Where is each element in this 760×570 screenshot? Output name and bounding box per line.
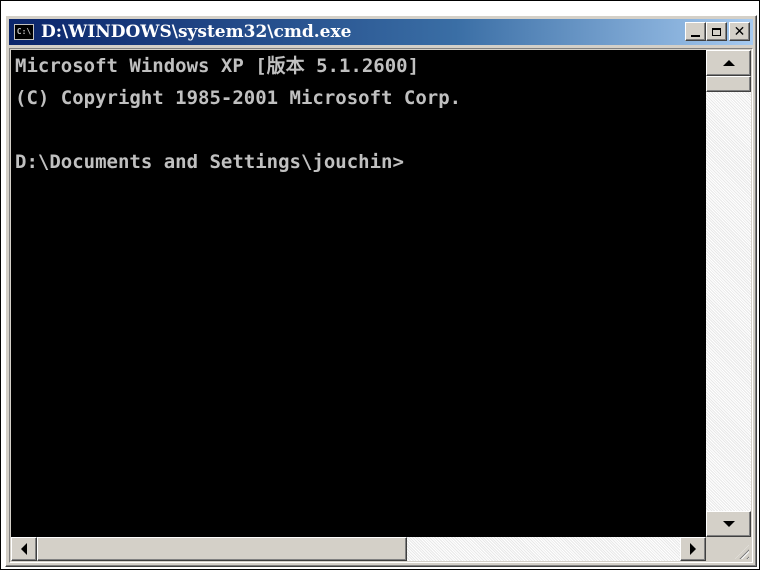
resize-grip-icon: [735, 545, 749, 559]
minimize-button[interactable]: [685, 22, 706, 41]
minimize-icon: [691, 34, 700, 37]
scroll-up-arrow-icon: [722, 60, 735, 66]
console-prompt-line[interactable]: D:\Documents and Settings\jouchin>: [15, 146, 706, 178]
close-icon: ✕: [733, 23, 746, 40]
console-line: Microsoft Windows XP [版本 5.1.2600]: [15, 55, 420, 77]
scroll-down-button[interactable]: [706, 511, 751, 537]
close-button[interactable]: ✕: [729, 22, 750, 41]
scroll-right-button[interactable]: [680, 537, 706, 561]
console-output[interactable]: Microsoft Windows XP [版本 5.1.2600] (C) C…: [11, 50, 706, 537]
scroll-down-arrow-icon: [722, 521, 735, 527]
vertical-scroll-thumb[interactable]: [706, 76, 751, 92]
scroll-right-arrow-icon: [690, 543, 696, 555]
console-frame: Microsoft Windows XP [版本 5.1.2600] (C) C…: [9, 48, 753, 563]
cmd-console-icon[interactable]: C:\: [14, 24, 34, 40]
horizontal-scroll-thumb[interactable]: [37, 537, 407, 561]
title-bar[interactable]: C:\ D:\WINDOWS\system32\cmd.exe ✕: [9, 19, 753, 45]
app-icon-text: C:\: [16, 27, 32, 36]
scroll-up-button[interactable]: [706, 50, 751, 76]
console-line: (C) Copyright 1985-2001 Microsoft Corp.: [15, 87, 462, 109]
scroll-left-arrow-icon: [21, 543, 27, 555]
cmd-window: C:\ D:\WINDOWS\system32\cmd.exe ✕ Micros…: [5, 15, 757, 567]
maximize-button[interactable]: [706, 22, 727, 41]
title-bar-buttons: ✕: [685, 22, 750, 41]
page-frame: C:\ D:\WINDOWS\system32\cmd.exe ✕ Micros…: [0, 0, 760, 570]
horizontal-scrollbar[interactable]: [11, 537, 706, 561]
scroll-left-button[interactable]: [11, 537, 37, 561]
window-title: D:\WINDOWS\system32\cmd.exe: [41, 22, 352, 42]
resize-grip[interactable]: [706, 537, 751, 561]
maximize-icon: [712, 27, 721, 36]
vertical-scrollbar[interactable]: [706, 50, 751, 537]
